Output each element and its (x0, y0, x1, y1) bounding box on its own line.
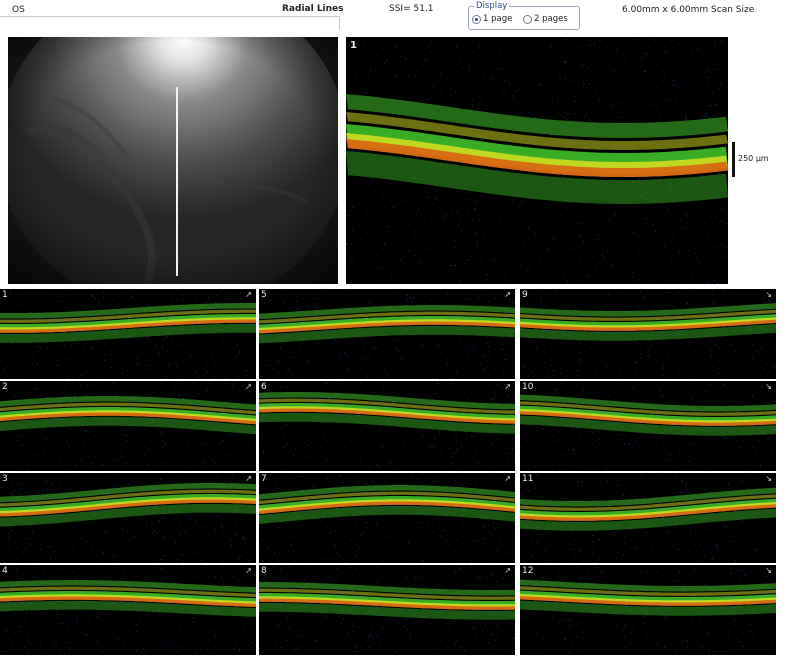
thumbnail-graphic (259, 473, 515, 563)
scan-number: 5 (261, 290, 267, 300)
scan-position-line[interactable] (176, 87, 178, 276)
thumbnail-scan-10[interactable]: 10 ↘ (520, 381, 776, 471)
scan-number: 2 (2, 382, 8, 392)
thumbnail-graphic (259, 565, 515, 655)
thumbnail-scan-9[interactable]: 9 ↘ (520, 289, 776, 379)
direction-arrow-icon: ↗ (504, 290, 511, 299)
thumbnail-scan-3[interactable]: 3 ↗ (0, 473, 256, 563)
direction-arrow-icon: ↘ (765, 382, 772, 391)
scan-type-label: Radial Lines (282, 4, 344, 14)
direction-arrow-icon: ↗ (504, 474, 511, 483)
radio-unselected-icon (523, 14, 532, 24)
main-bscan-graphic (346, 37, 728, 284)
radio-selected-icon (472, 14, 481, 24)
scan-number: 1 (2, 290, 8, 300)
thumbnail-graphic (0, 381, 256, 471)
direction-arrow-icon: ↗ (245, 382, 252, 391)
direction-arrow-icon: ↗ (504, 566, 511, 575)
thumbnail-scan-4[interactable]: 4 ↗ (0, 565, 256, 655)
thumbnail-graphic (0, 289, 256, 379)
fundus-image[interactable] (8, 37, 338, 284)
direction-arrow-icon: ↘ (765, 290, 772, 299)
header-divider (0, 16, 340, 17)
display-options-group: Display 1 page 2 pages (468, 1, 580, 30)
thumbnail-scan-5[interactable]: 5 ↗ (259, 289, 515, 379)
direction-arrow-icon: ↗ (504, 382, 511, 391)
thumbnail-graphic (520, 381, 776, 471)
scan-number: 8 (261, 566, 267, 576)
thumbnail-graphic (0, 565, 256, 655)
scale-bar (732, 142, 735, 177)
thumbnail-graphic (259, 289, 515, 379)
scan-number: 12 (522, 566, 534, 576)
direction-arrow-icon: ↘ (765, 566, 772, 575)
signal-strength-label: SSI= 51.1 (389, 4, 434, 14)
thumbnail-scan-6[interactable]: 6 ↗ (259, 381, 515, 471)
bscan-thumbnail-grid: 1 ↗ 2 ↗ 3 ↗ 4 ↗ 5 ↗ 6 ↗ 7 ↗ 8 ↗ 9 ↘ 10 ↘… (0, 289, 799, 656)
thumbnail-graphic (0, 473, 256, 563)
thumbnail-graphic (520, 289, 776, 379)
direction-arrow-icon: ↘ (765, 474, 772, 483)
scan-number: 6 (261, 382, 267, 392)
header-divider-vertical (339, 16, 340, 30)
scan-number: 9 (522, 290, 528, 300)
thumbnail-graphic (259, 381, 515, 471)
display-legend: Display (474, 1, 510, 11)
scan-header: OS Radial Lines SSI= 51.1 Display 1 page… (0, 0, 799, 30)
scale-label: 250 µm (738, 154, 769, 163)
thumbnail-scan-11[interactable]: 11 ↘ (520, 473, 776, 563)
scan-number: 10 (522, 382, 534, 392)
scan-number: 7 (261, 474, 267, 484)
thumbnail-scan-12[interactable]: 12 ↘ (520, 565, 776, 655)
thumbnail-graphic (520, 565, 776, 655)
direction-arrow-icon: ↗ (245, 290, 252, 299)
display-two-pages-radio[interactable]: 2 pages (523, 14, 568, 24)
main-bscan[interactable]: 1 (346, 37, 728, 284)
direction-arrow-icon: ↗ (245, 566, 252, 575)
direction-arrow-icon: ↗ (245, 474, 252, 483)
radio-label: 1 page (483, 14, 513, 24)
fundus-image-graphic (8, 37, 338, 284)
scan-number: 1 (350, 40, 357, 51)
scan-number: 11 (522, 474, 534, 484)
thumbnail-graphic (520, 473, 776, 563)
display-one-page-radio[interactable]: 1 page (472, 14, 512, 24)
radio-label: 2 pages (534, 14, 568, 24)
thumbnail-scan-2[interactable]: 2 ↗ (0, 381, 256, 471)
scan-size-label: 6.00mm x 6.00mm Scan Size (622, 5, 755, 15)
thumbnail-scan-8[interactable]: 8 ↗ (259, 565, 515, 655)
scan-number: 3 (2, 474, 8, 484)
thumbnail-scan-1[interactable]: 1 ↗ (0, 289, 256, 379)
scan-number: 4 (2, 566, 8, 576)
eye-label: OS (12, 5, 25, 15)
thumbnail-scan-7[interactable]: 7 ↗ (259, 473, 515, 563)
